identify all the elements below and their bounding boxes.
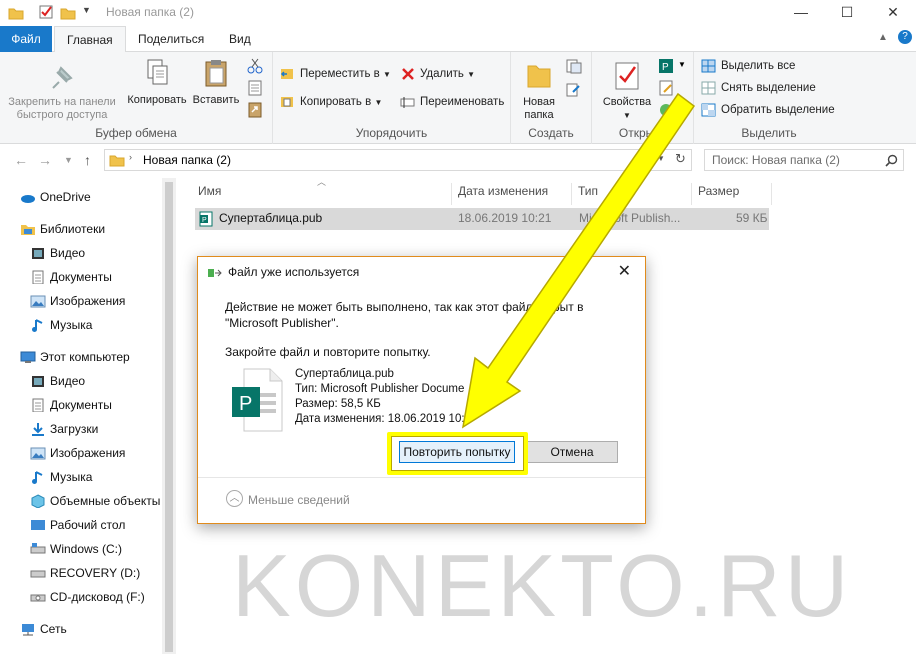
annotation-arrow — [461, 92, 696, 429]
